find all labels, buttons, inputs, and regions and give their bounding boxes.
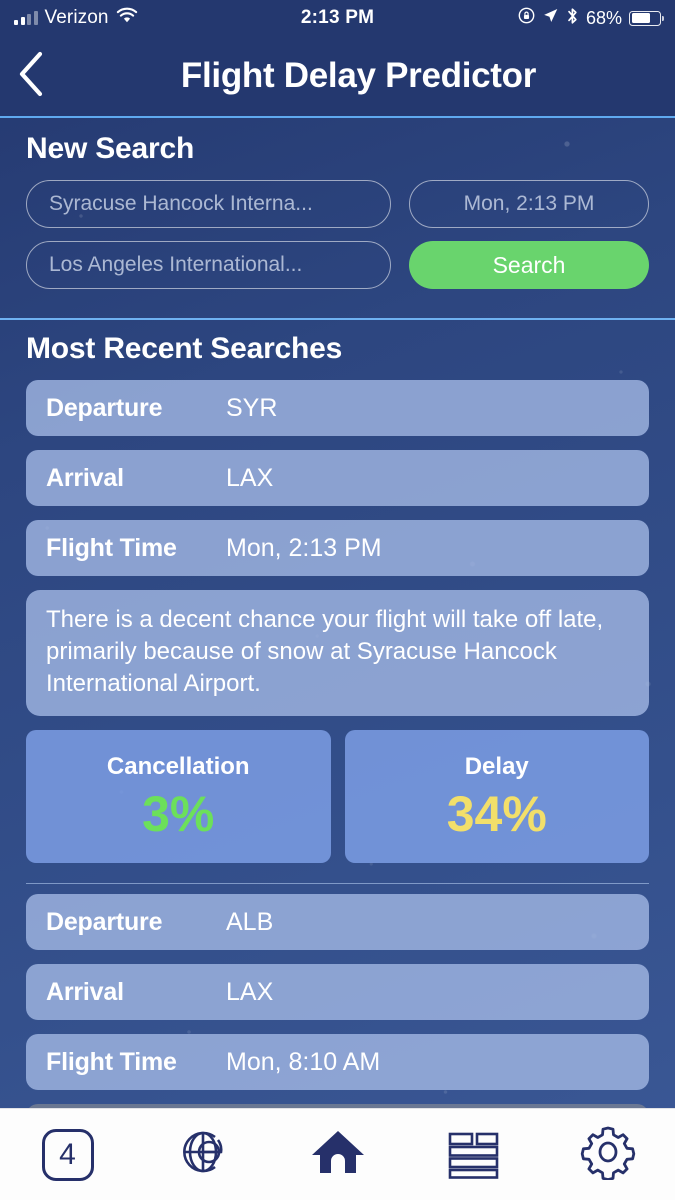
battery-icon bbox=[629, 10, 664, 26]
status-bar: Verizon 2:13 PM 68% bbox=[0, 0, 675, 36]
tab-home[interactable] bbox=[270, 1109, 405, 1200]
new-search-row-1: Syracuse Hancock Interna... Mon, 2:13 PM bbox=[26, 180, 649, 228]
search-group-divider bbox=[26, 882, 649, 885]
departure-label: Departure bbox=[46, 907, 163, 936]
recent-searches-title: Most Recent Searches bbox=[26, 332, 343, 365]
destination-input[interactable]: Los Angeles International... bbox=[26, 241, 391, 289]
battery-percent-label: 68% bbox=[585, 7, 622, 28]
home-icon bbox=[309, 1124, 367, 1185]
arrival-row: Arrival LAX bbox=[26, 450, 649, 506]
delay-label: Delay bbox=[464, 753, 529, 781]
stats-row: Cancellation 3% Delay 34% bbox=[26, 729, 649, 863]
recent-searches-list: Departure SYR Arrival LAX Flight Time Mo… bbox=[26, 380, 649, 1108]
origin-input[interactable]: Syracuse Hancock Interna... bbox=[26, 180, 391, 228]
status-bar-left: Verizon bbox=[14, 7, 138, 29]
cancellation-stat-card: Cancellation 3% bbox=[26, 729, 331, 863]
nav-bar: Flight Delay Predictor bbox=[0, 36, 675, 118]
departure-row: Departure SYR bbox=[26, 380, 649, 436]
flight-time-value: Mon, 2:13 PM bbox=[226, 533, 382, 562]
departure-value: ALB bbox=[226, 907, 274, 936]
arrival-label: Arrival bbox=[46, 977, 124, 1006]
signal-bars-icon bbox=[14, 10, 38, 25]
content-area: New Search Syracuse Hancock Interna... M… bbox=[0, 118, 675, 1108]
flight-time-label: Flight Time bbox=[46, 533, 177, 562]
arrival-value: LAX bbox=[226, 463, 274, 492]
recent-searches-section: Most Recent Searches Departure SYR Arriv… bbox=[0, 320, 675, 1108]
flight-time-row: Flight Time Mon, 8:10 AM bbox=[26, 1034, 649, 1091]
arrival-row: Arrival LAX bbox=[26, 964, 649, 1021]
count-badge-icon: 4 bbox=[41, 1128, 94, 1181]
delay-stat-card: Delay 34% bbox=[344, 729, 649, 863]
back-button[interactable] bbox=[0, 36, 62, 116]
search-result-card: Departure SYR Arrival LAX Flight Time Mo… bbox=[26, 380, 649, 875]
departure-label: Departure bbox=[46, 393, 163, 422]
arrival-value: LAX bbox=[226, 977, 274, 1006]
departure-row: Departure ALB bbox=[26, 894, 649, 951]
cancellation-label: Cancellation bbox=[106, 753, 250, 781]
status-bar-right: 68% bbox=[518, 7, 664, 30]
date-input[interactable]: Mon, 2:13 PM bbox=[409, 180, 649, 228]
tab-settings[interactable] bbox=[540, 1109, 675, 1200]
list-layout-icon bbox=[445, 1124, 501, 1185]
wifi-icon bbox=[116, 7, 138, 29]
tab-bar: 4 bbox=[0, 1108, 675, 1200]
globe-logo-icon bbox=[175, 1124, 231, 1185]
flight-time-value: Mon, 8:10 AM bbox=[226, 1047, 381, 1076]
page-title: Flight Delay Predictor bbox=[180, 56, 537, 95]
tab-globe[interactable] bbox=[135, 1109, 270, 1200]
flight-time-label: Flight Time bbox=[46, 1047, 177, 1076]
tab-count-label: 4 bbox=[59, 1137, 76, 1171]
flight-time-row: Flight Time Mon, 2:13 PM bbox=[26, 520, 649, 576]
departure-value: SYR bbox=[226, 393, 278, 422]
back-chevron-icon bbox=[14, 49, 48, 104]
new-search-section: New Search Syracuse Hancock Interna... M… bbox=[0, 118, 675, 320]
rotation-lock-icon bbox=[518, 7, 535, 29]
bluetooth-icon bbox=[566, 7, 579, 30]
arrival-label: Arrival bbox=[46, 463, 124, 492]
carrier-label: Verizon bbox=[44, 7, 109, 28]
new-search-title: New Search bbox=[26, 132, 195, 165]
search-result-card: Departure ALB Arrival LAX Flight Time Mo… bbox=[26, 894, 649, 1108]
tab-list[interactable] bbox=[405, 1109, 540, 1200]
location-arrow-icon bbox=[542, 7, 559, 29]
prediction-message: There is a decent chance your flight wil… bbox=[26, 590, 649, 716]
delay-value: 34% bbox=[446, 786, 547, 843]
tab-count[interactable]: 4 bbox=[0, 1109, 135, 1200]
search-button[interactable]: Search bbox=[409, 241, 649, 289]
gear-icon bbox=[580, 1124, 636, 1185]
new-search-row-2: Los Angeles International... Search bbox=[26, 241, 649, 289]
cancellation-value: 3% bbox=[142, 786, 215, 843]
app-root: Verizon 2:13 PM 68% Flight Delay Predict… bbox=[0, 0, 675, 1200]
